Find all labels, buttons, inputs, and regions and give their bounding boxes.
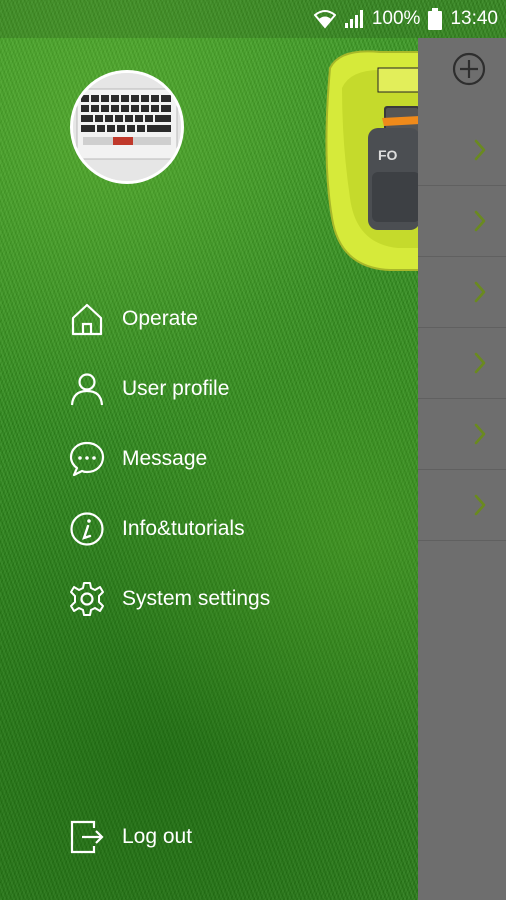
menu-item-user-profile[interactable]: User profile (68, 354, 270, 424)
logout-label: Log out (122, 825, 193, 848)
chevron-right-icon (472, 209, 488, 233)
chevron-right-icon (472, 351, 488, 375)
list-row[interactable] (418, 258, 506, 328)
info-icon (68, 510, 106, 548)
gear-icon (68, 580, 106, 618)
menu-item-message[interactable]: Message (68, 424, 270, 494)
main-content-panel[interactable] (418, 38, 506, 900)
list-row[interactable] (418, 471, 506, 541)
avatar[interactable] (70, 70, 184, 184)
list-row[interactable] (418, 116, 506, 186)
wifi-icon (313, 9, 336, 29)
logout-icon (68, 818, 106, 856)
menu-item-operate[interactable]: Operate (68, 284, 270, 354)
list-row[interactable] (418, 187, 506, 257)
user-icon (68, 370, 106, 408)
menu-label: User profile (122, 377, 230, 400)
menu-item-info-tutorials[interactable]: Info&tutorials (68, 494, 270, 564)
home-icon (68, 300, 106, 338)
signal-icon (344, 9, 364, 29)
logout-button[interactable]: Log out (68, 802, 192, 872)
menu-label: Operate (122, 307, 198, 330)
chevron-right-icon (472, 280, 488, 304)
svg-text:FO: FO (378, 147, 398, 163)
menu-item-system-settings[interactable]: System settings (68, 564, 270, 634)
battery-percent: 100% (371, 8, 421, 29)
clock: 13:40 (450, 8, 498, 29)
list-row[interactable] (418, 329, 506, 399)
chevron-right-icon (472, 138, 488, 162)
mower-image: FO (320, 48, 421, 274)
status-bar: 100% 13:40 (0, 0, 506, 38)
chevron-right-icon (472, 422, 488, 446)
message-icon (68, 440, 106, 478)
plus-circle-icon[interactable] (452, 52, 486, 86)
list-row[interactable] (418, 400, 506, 470)
drawer-menu: Operate User profile Message Info&tutori… (68, 284, 270, 634)
chevron-right-icon (472, 493, 488, 517)
menu-label: Message (122, 447, 208, 470)
battery-icon (428, 8, 443, 30)
menu-label: System settings (122, 587, 271, 610)
menu-label: Info&tutorials (122, 517, 245, 540)
